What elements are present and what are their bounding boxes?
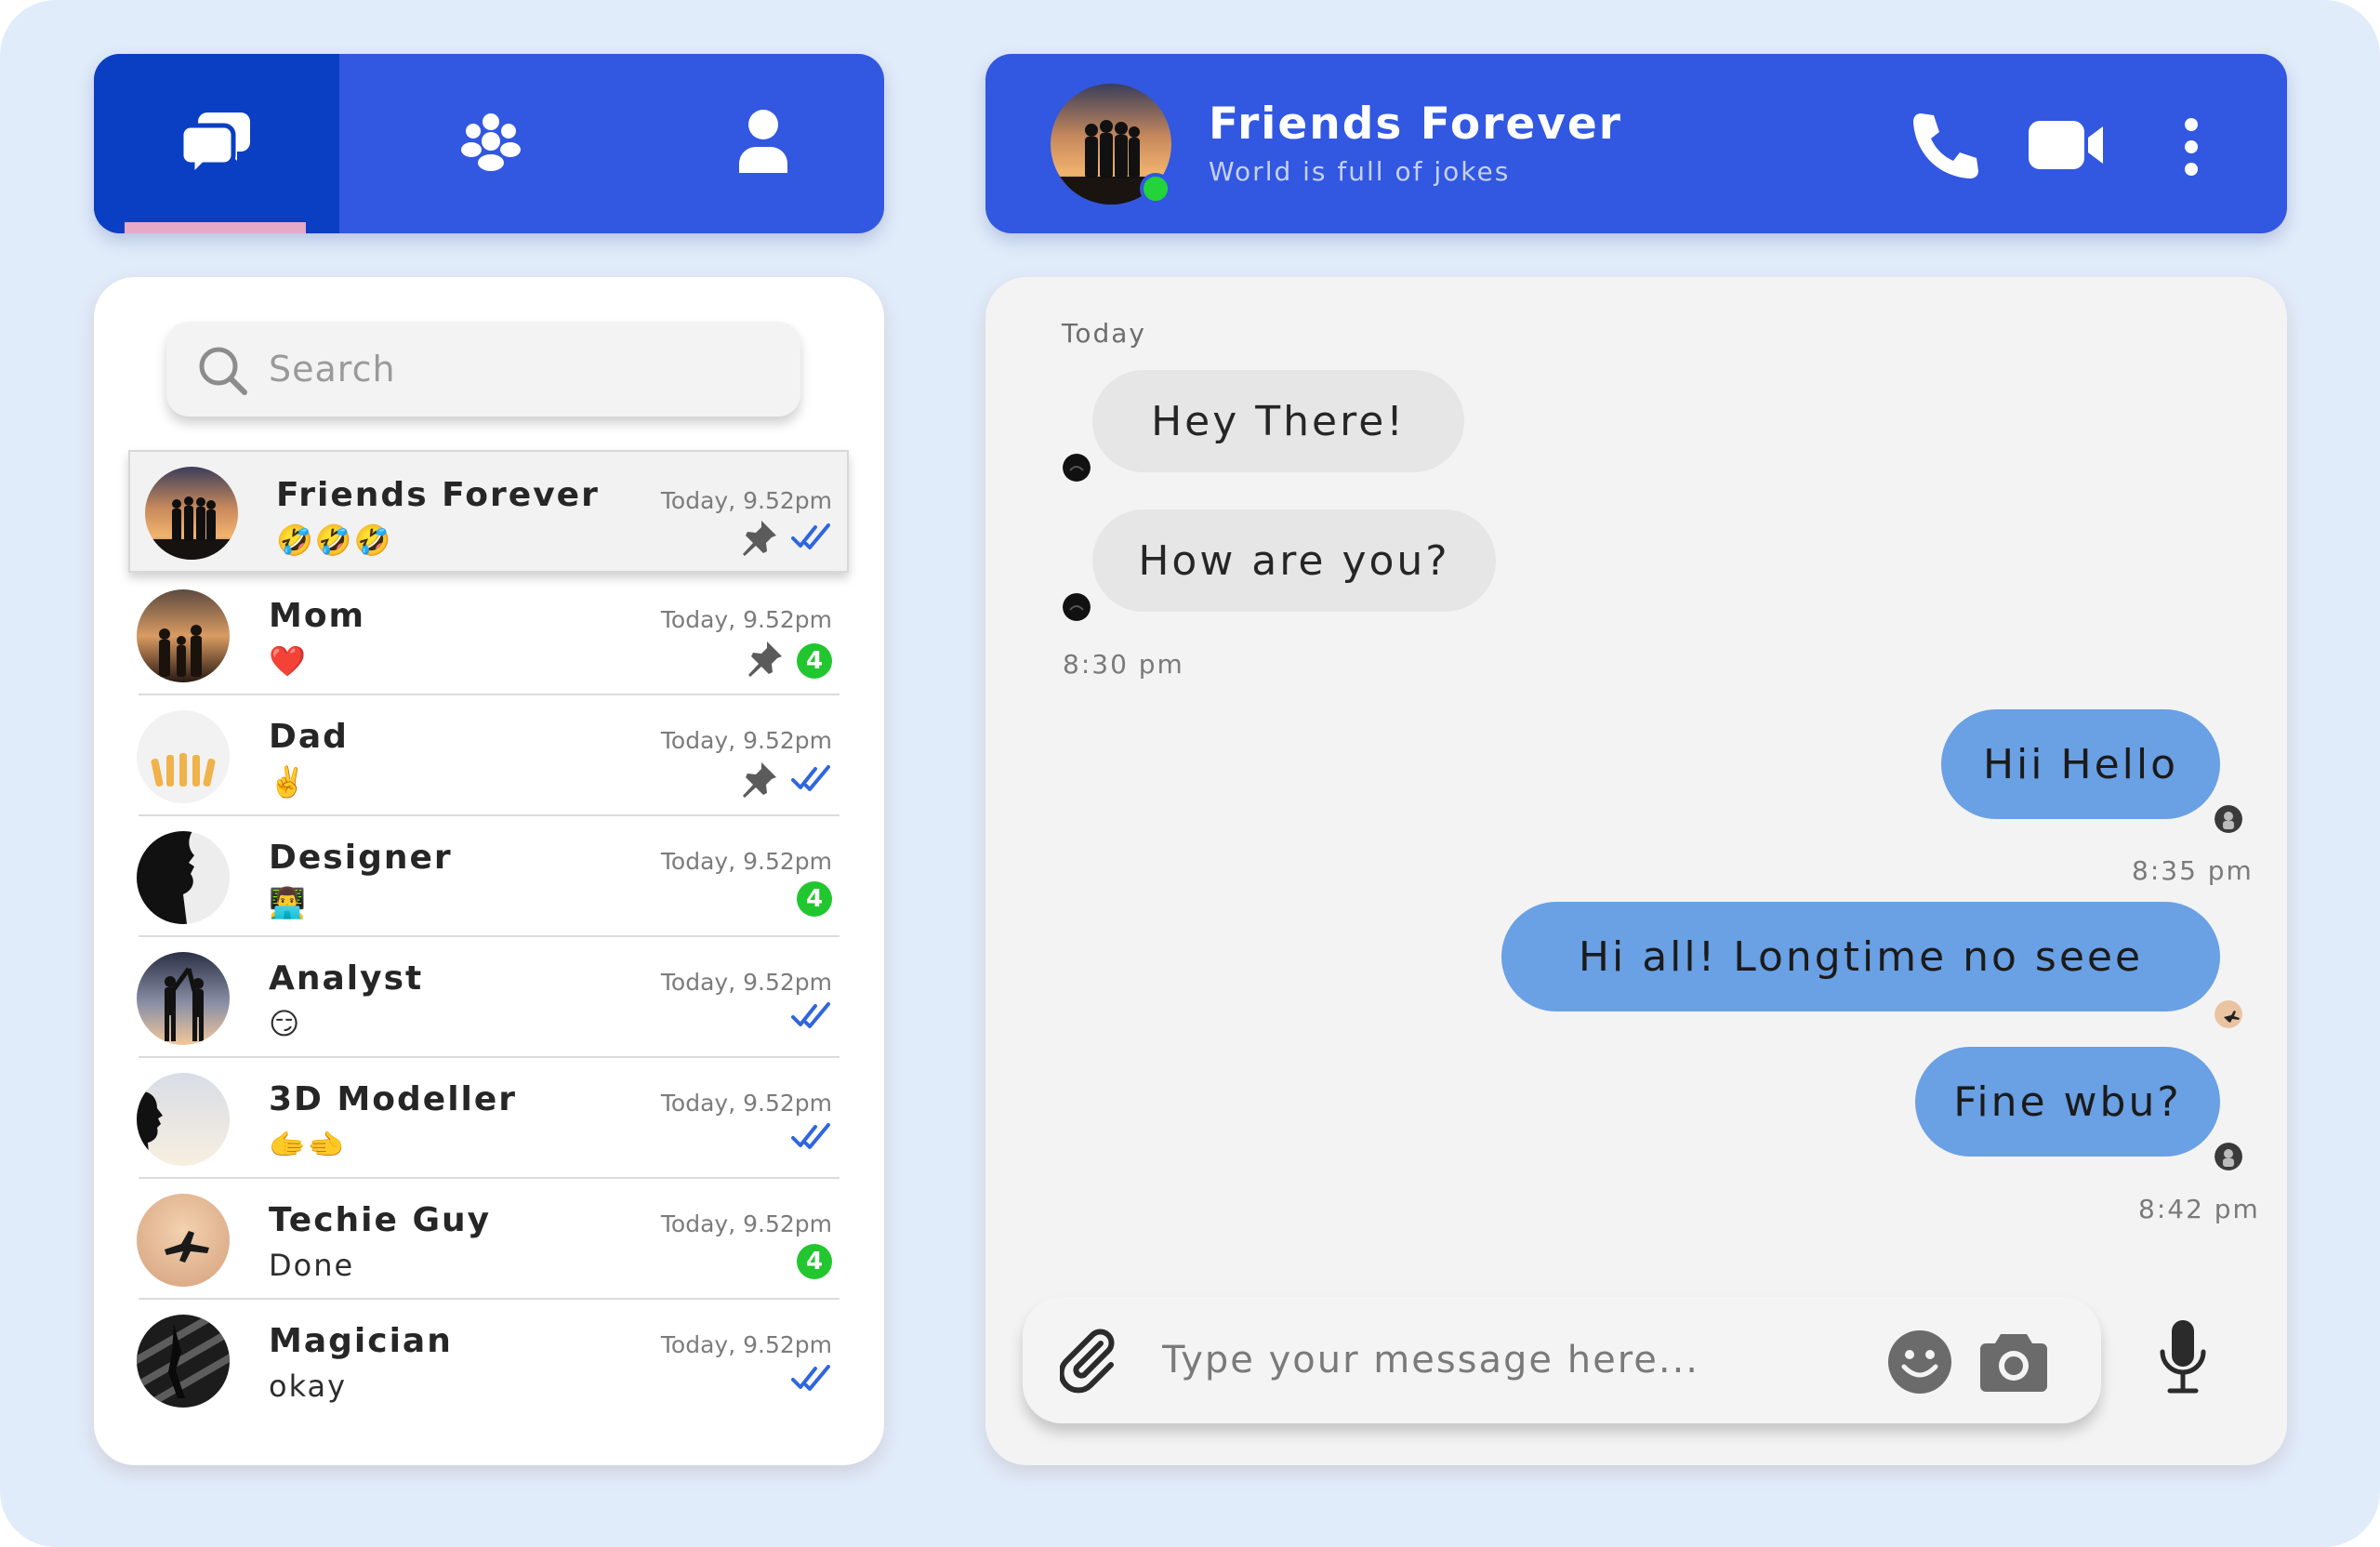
avatar <box>137 831 230 924</box>
search-icon <box>196 344 248 401</box>
conversation-list-panel: Friends Forever 🤣🤣🤣 Today, 9.52pm <box>94 277 884 1465</box>
video-camera-icon[interactable] <box>2027 117 2107 178</box>
unread-count-badge: 4 <box>797 1244 832 1279</box>
sender-avatar <box>2215 1000 2242 1028</box>
sender-avatar <box>2215 1143 2242 1170</box>
last-message: okay <box>269 1368 348 1404</box>
pin-icon <box>747 640 784 681</box>
last-message: 🤣🤣🤣 <box>276 522 393 558</box>
tab-chats[interactable] <box>94 54 339 233</box>
message-time: 8:35 pm <box>2132 855 2254 886</box>
message-bubble-outgoing[interactable]: Hii Hello <box>1941 709 2220 819</box>
main-nav <box>94 54 884 233</box>
contact-name: Mom <box>269 597 366 635</box>
sender-avatar <box>1063 593 1091 621</box>
message-time: Today, 9.52pm <box>660 727 832 754</box>
search-bar <box>166 322 800 416</box>
contact-name: Designer <box>269 839 453 877</box>
contact-name: 3D Modeller <box>269 1080 518 1118</box>
message-time: Today, 9.52pm <box>660 487 832 514</box>
contact-item-techie-guy[interactable]: Techie Guy Done Today, 9.52pm 4 <box>94 1181 884 1300</box>
last-message: ✌️ <box>269 764 308 800</box>
message-bubble-outgoing[interactable]: Hi all! Longtime no seee <box>1501 902 2220 1012</box>
contact-item-designer[interactable]: Designer 👨‍💻 Today, 9.52pm 4 <box>94 818 884 937</box>
contact-item-friends-forever[interactable]: Friends Forever 🤣🤣🤣 Today, 9.52pm <box>128 450 849 573</box>
message-time: Today, 9.52pm <box>660 1210 832 1237</box>
contact-name: Analyst <box>269 959 424 998</box>
phone-icon[interactable] <box>1908 110 1978 185</box>
person-icon <box>737 108 789 179</box>
message-bubble-incoming[interactable]: Hey There! <box>1092 370 1464 472</box>
day-separator: Today <box>1062 318 1146 349</box>
chat-panel: Today Hey There! How are you? 8:30 pm Hi… <box>985 277 2287 1465</box>
message-time: Today, 9.52pm <box>660 1090 832 1117</box>
contact-item-dad[interactable]: Dad ✌️ Today, 9.52pm <box>94 697 884 816</box>
last-message: 😏 <box>269 1006 302 1041</box>
avatar <box>145 467 238 560</box>
contact-item-magician[interactable]: Magician okay Today, 9.52pm <box>94 1302 884 1421</box>
app-window: Friends Forever World is full of jokes S… <box>0 0 2380 1547</box>
chat-subtitle: World is full of jokes <box>1209 156 1511 187</box>
message-input[interactable] <box>1162 1332 1813 1388</box>
sender-avatar <box>2215 805 2242 833</box>
sender-avatar <box>1063 454 1091 482</box>
message-time: Today, 9.52pm <box>660 1331 832 1358</box>
microphone-icon[interactable] <box>2157 1318 2209 1401</box>
paperclip-icon[interactable] <box>1058 1329 1117 1398</box>
message-bubble-incoming[interactable]: How are you? <box>1092 509 1496 612</box>
contact-name: Friends Forever <box>276 476 600 514</box>
message-time: Today, 9.52pm <box>660 606 832 633</box>
message-time: Today, 9.52pm <box>660 848 832 875</box>
message-time: Today, 9.52pm <box>660 969 832 996</box>
message-composer <box>1023 1297 2101 1423</box>
double-check-icon <box>791 523 832 556</box>
unread-count-badge: 4 <box>797 881 832 917</box>
search-input[interactable] <box>269 342 771 396</box>
contact-name: Magician <box>269 1322 453 1360</box>
message-bubble-outgoing[interactable]: Fine wbu? <box>1915 1047 2220 1157</box>
contact-item-3d-modeller[interactable]: 3D Modeller 🫱🫲 Today, 9.52pm <box>94 1060 884 1179</box>
last-message: Done <box>269 1248 355 1283</box>
more-vert-icon[interactable] <box>2180 117 2202 181</box>
contact-item-mom[interactable]: Mom ❤️ Today, 9.52pm 4 <box>94 576 884 695</box>
double-check-icon <box>791 1123 832 1156</box>
chat-bubbles-icon <box>178 107 252 182</box>
pin-icon <box>741 760 778 802</box>
avatar <box>137 1194 230 1287</box>
chat-title: Friends Forever <box>1209 99 1622 150</box>
active-tab-indicator <box>125 222 306 233</box>
contact-name: Dad <box>269 718 349 756</box>
avatar <box>137 952 230 1045</box>
chat-header: Friends Forever World is full of jokes <box>985 54 2287 233</box>
last-message: 🫱🫲 <box>269 1127 347 1162</box>
message-time: 8:42 pm <box>2138 1194 2260 1224</box>
camera-icon[interactable] <box>1980 1329 2047 1398</box>
last-message: 👨‍💻 <box>269 885 308 920</box>
double-check-icon <box>791 765 832 798</box>
double-check-icon <box>791 1002 832 1035</box>
avatar <box>137 1315 230 1408</box>
avatar <box>137 710 230 803</box>
avatar <box>137 589 230 682</box>
group-icon <box>458 109 523 178</box>
emoji-icon[interactable] <box>1887 1329 1952 1399</box>
online-status-dot <box>1140 173 1171 205</box>
unread-count-badge: 4 <box>797 642 832 679</box>
avatar <box>137 1073 230 1166</box>
last-message: ❤️ <box>269 643 308 679</box>
tab-profile[interactable] <box>641 54 884 233</box>
double-check-icon <box>791 1365 832 1397</box>
contact-name: Techie Guy <box>269 1201 492 1239</box>
message-time: 8:30 pm <box>1063 649 1184 680</box>
pin-icon <box>741 519 778 561</box>
contact-item-analyst[interactable]: Analyst 😏 Today, 9.52pm <box>94 939 884 1058</box>
tab-groups[interactable] <box>339 54 641 233</box>
